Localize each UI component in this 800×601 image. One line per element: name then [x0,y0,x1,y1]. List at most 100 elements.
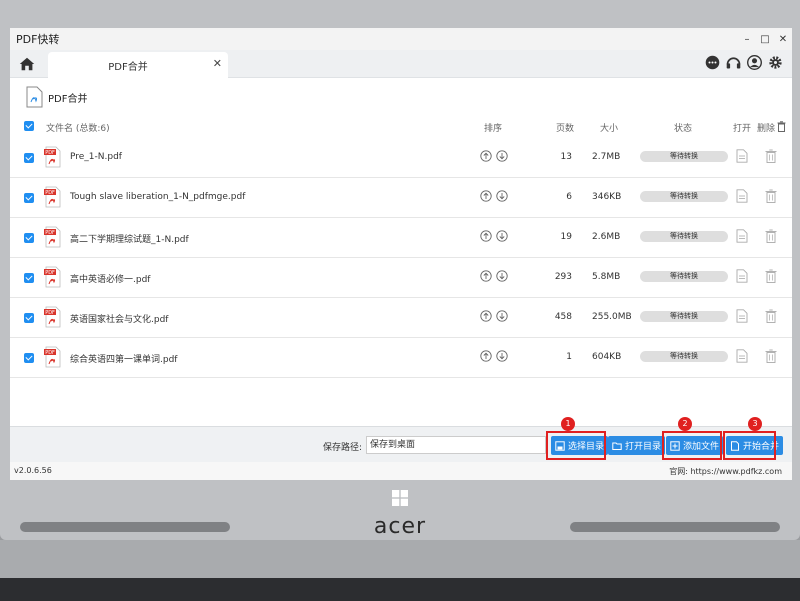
page-title: PDF合并 [48,93,88,105]
pdf-file-icon: PDF [44,306,61,328]
open-file-icon[interactable] [736,269,748,283]
step-badge-2: 2 [678,417,692,431]
chat-icon[interactable] [704,54,721,71]
highlight-start-merge [723,431,776,460]
table-row: PDF 综合英语四第一课单词.pdf 1 604KB 等待转换 [10,338,792,378]
tab-pdf-merge[interactable]: PDF合并 ✕ [48,52,228,78]
row-checkbox[interactable] [24,273,34,283]
col-filename: 文件名 (总数:6) [46,124,110,134]
col-sort: 排序 [484,124,503,134]
row-checkbox[interactable] [24,233,34,243]
select-all-checkbox[interactable] [24,121,34,131]
website-link[interactable]: 官网: https://www.pdfkz.com [669,466,782,477]
maximize-button[interactable]: □ [756,34,774,45]
pdf-file-icon: PDF [44,226,61,248]
trash-icon[interactable] [765,309,777,323]
trash-icon[interactable] [765,349,777,363]
row-checkbox[interactable] [24,193,34,203]
tab-bar: PDF合并 ✕ [10,50,792,78]
trash-icon[interactable] [765,269,777,283]
trash-icon[interactable] [765,229,777,243]
file-size: 255.0MB [592,312,632,322]
file-size: 604KB [592,352,622,362]
close-window-button[interactable]: ✕ [774,34,792,45]
close-tab-icon[interactable]: ✕ [213,57,222,70]
move-up-icon[interactable] [480,270,492,282]
status-badge: 等待转换 [640,191,728,202]
open-file-icon[interactable] [736,189,748,203]
col-status: 状态 [674,124,693,134]
tab-label: PDF合并 [108,62,148,73]
pdf-merge-icon [26,86,43,108]
user-icon[interactable] [746,54,763,71]
file-name: 综合英语四第一课单词.pdf [70,355,178,365]
svg-text:PDF: PDF [45,190,55,196]
row-checkbox[interactable] [24,153,34,163]
pdf-file-icon: PDF [44,146,61,168]
action-bar: 保存路径: 保存到桌面 选择目录 打开目录 添加文件 开始合并 1 2 3 [10,417,792,462]
save-path-label: 保存路径: [323,443,363,453]
left-speaker-grille [20,522,230,532]
status-badge: 等待转换 [640,271,728,282]
move-up-icon[interactable] [480,150,492,162]
highlight-choose-directory [546,431,606,460]
trash-icon[interactable] [765,149,777,163]
gear-icon[interactable] [767,54,784,71]
file-name: 高中英语必修一.pdf [70,275,151,285]
move-down-icon[interactable] [496,350,508,362]
col-delete: 删除 [757,124,776,134]
col-pages: 页数 [556,124,575,134]
status-badge: 等待转换 [640,351,728,362]
version-label: v2.0.6.56 [14,466,52,475]
pdf-file-icon: PDF [44,266,61,288]
page-count: 6 [566,192,572,202]
laptop-brand-logo: acer [373,514,427,539]
page-header: PDF合并 [24,86,87,108]
page-count: 458 [554,312,572,322]
title-bar: PDF快转 – □ ✕ [10,28,792,50]
folder-icon [612,442,622,450]
file-name: 高二下学期理综试题_1-N.pdf [70,235,189,245]
open-file-icon[interactable] [736,229,748,243]
move-down-icon[interactable] [496,190,508,202]
right-speaker-grille [570,522,780,532]
open-file-icon[interactable] [736,349,748,363]
move-down-icon[interactable] [496,150,508,162]
pdf-file-icon: PDF [44,186,61,208]
table-row: PDF 高中英语必修一.pdf 293 5.8MB 等待转换 [10,258,792,298]
page-count: 1 [566,352,572,362]
status-badge: 等待转换 [640,231,728,242]
delete-all-icon[interactable] [777,121,786,132]
table-header: 文件名 (总数:6) 排序 页数 大小 状态 打开 删除 [10,120,792,134]
svg-text:PDF: PDF [45,150,55,156]
open-directory-label: 打开目录 [625,442,662,452]
move-up-icon[interactable] [480,310,492,322]
minimize-button[interactable]: – [738,34,756,45]
file-name: Pre_1-N.pdf [70,152,122,162]
row-checkbox[interactable] [24,353,34,363]
open-file-icon[interactable] [736,149,748,163]
col-open: 打开 [733,124,752,134]
file-size: 2.6MB [592,232,621,242]
svg-text:PDF: PDF [45,310,55,316]
table-row: PDF Tough slave liberation_1-N_pdfmge.pdf… [10,178,792,218]
open-file-icon[interactable] [736,309,748,323]
move-up-icon[interactable] [480,230,492,242]
keyboard-row [0,578,800,601]
headset-icon[interactable] [725,54,742,71]
move-up-icon[interactable] [480,350,492,362]
page-count: 19 [560,232,572,242]
move-down-icon[interactable] [496,310,508,322]
trash-icon[interactable] [765,189,777,203]
home-icon[interactable] [18,55,36,73]
move-down-icon[interactable] [496,230,508,242]
status-badge: 等待转换 [640,151,728,162]
svg-text:PDF: PDF [45,230,55,236]
save-path-input[interactable]: 保存到桌面 [366,436,546,454]
col-size: 大小 [600,124,619,134]
row-checkbox[interactable] [24,313,34,323]
move-down-icon[interactable] [496,270,508,282]
open-directory-button[interactable]: 打开目录 [608,436,666,455]
move-up-icon[interactable] [480,190,492,202]
app-window: PDF快转 – □ ✕ PDF合并 ✕ PDF合并 文件名 (总数:6) 排序 … [10,28,792,480]
